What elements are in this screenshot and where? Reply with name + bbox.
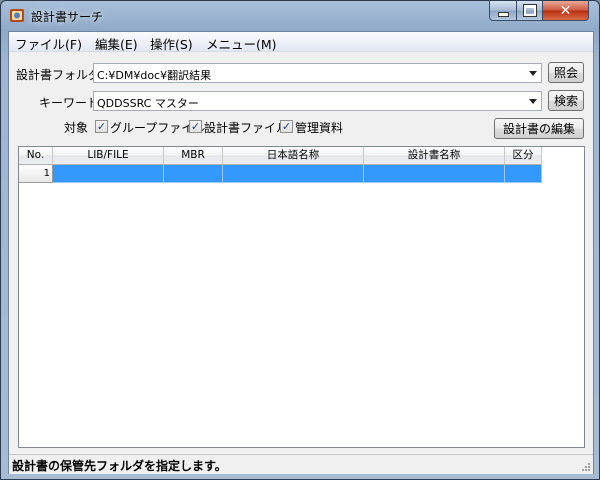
column-header-no[interactable]: No. — [19, 147, 53, 165]
window-title: 設計書サーチ — [31, 10, 104, 24]
menu-operation[interactable]: 操作(S) — [150, 34, 193, 53]
close-icon: ✕ — [559, 2, 572, 19]
title-bar[interactable]: 設計書サーチ ✕ — [1, 1, 599, 31]
keyword-combo[interactable]: QDDSSRC マスター — [93, 91, 542, 111]
table-cell-lib-file[interactable] — [53, 165, 164, 183]
status-text: 設計書の保管先フォルダを指定します。 — [12, 459, 227, 473]
table-cell-mbr[interactable] — [164, 165, 223, 183]
table-cell-japanese-name[interactable] — [223, 165, 364, 183]
column-header-mbr[interactable]: MBR — [164, 147, 223, 165]
table-cell-design-name[interactable] — [364, 165, 505, 183]
checkbox-design-file-label: 設計書ファイル — [204, 121, 289, 135]
row-header[interactable]: 1 — [19, 165, 53, 183]
search-button-label: 検索 — [553, 94, 578, 108]
dropdown-arrow-icon[interactable] — [529, 99, 537, 104]
keyword-value: QDDSSRC マスター — [97, 97, 199, 110]
menu-edit[interactable]: 編集(E) — [95, 34, 138, 53]
column-header-lib-file[interactable]: LIB/FILE — [53, 147, 164, 165]
checkbox-management-label: 管理資料 — [295, 121, 344, 135]
menu-file[interactable]: ファイル(F) — [15, 34, 82, 53]
column-header-category[interactable]: 区分 — [505, 147, 542, 165]
table-cell-category[interactable] — [505, 165, 542, 183]
maximize-button[interactable] — [516, 1, 543, 21]
target-label: 対象 — [64, 121, 89, 135]
menu-menu[interactable]: メニュー(M) — [206, 34, 277, 53]
app-icon[interactable] — [9, 7, 25, 23]
folder-combo[interactable]: C:¥DM¥doc¥翻訳結果 — [93, 63, 542, 83]
checkbox-design-file[interactable]: ✓ — [189, 120, 202, 133]
resize-grip-icon[interactable] — [581, 462, 591, 472]
folder-value: C:¥DM¥doc¥翻訳結果 — [97, 69, 212, 82]
dropdown-arrow-icon[interactable] — [529, 71, 537, 76]
checkbox-management[interactable]: ✓ — [280, 120, 293, 133]
close-button[interactable]: ✕ — [542, 1, 589, 21]
query-button-label: 照会 — [553, 66, 578, 80]
column-header-design-name[interactable]: 設計書名称 — [364, 147, 505, 165]
search-button[interactable]: 検索 — [548, 90, 584, 111]
query-button[interactable]: 照会 — [548, 62, 584, 83]
folder-label: 設計書フォルダ — [16, 68, 101, 82]
minimize-icon — [497, 11, 509, 17]
edit-design-button-label: 設計書の編集 — [502, 122, 575, 136]
checkbox-group-file[interactable]: ✓ — [95, 120, 108, 133]
maximize-icon — [522, 4, 537, 17]
column-header-japanese-name[interactable]: 日本語名称 — [223, 147, 364, 165]
minimize-button[interactable] — [489, 1, 517, 21]
keyword-label: キーワード — [39, 96, 100, 110]
menu-bar: ファイル(F) 編集(E) 操作(S) メニュー(M) — [9, 32, 593, 52]
client-area: ファイル(F) 編集(E) 操作(S) メニュー(M) 設計書フォルダ C:¥D… — [8, 31, 594, 474]
status-bar: 設計書の保管先フォルダを指定します。 — [9, 454, 593, 474]
app-window: 設計書サーチ ✕ ファイル(F) 編集(E) 操作(S) メニュー(M) 設計書… — [0, 0, 600, 480]
edit-design-button[interactable]: 設計書の編集 — [494, 118, 584, 139]
results-grid[interactable]: No. LIB/FILE MBR 日本語名称 設計書名称 区分 1 — [18, 146, 585, 448]
